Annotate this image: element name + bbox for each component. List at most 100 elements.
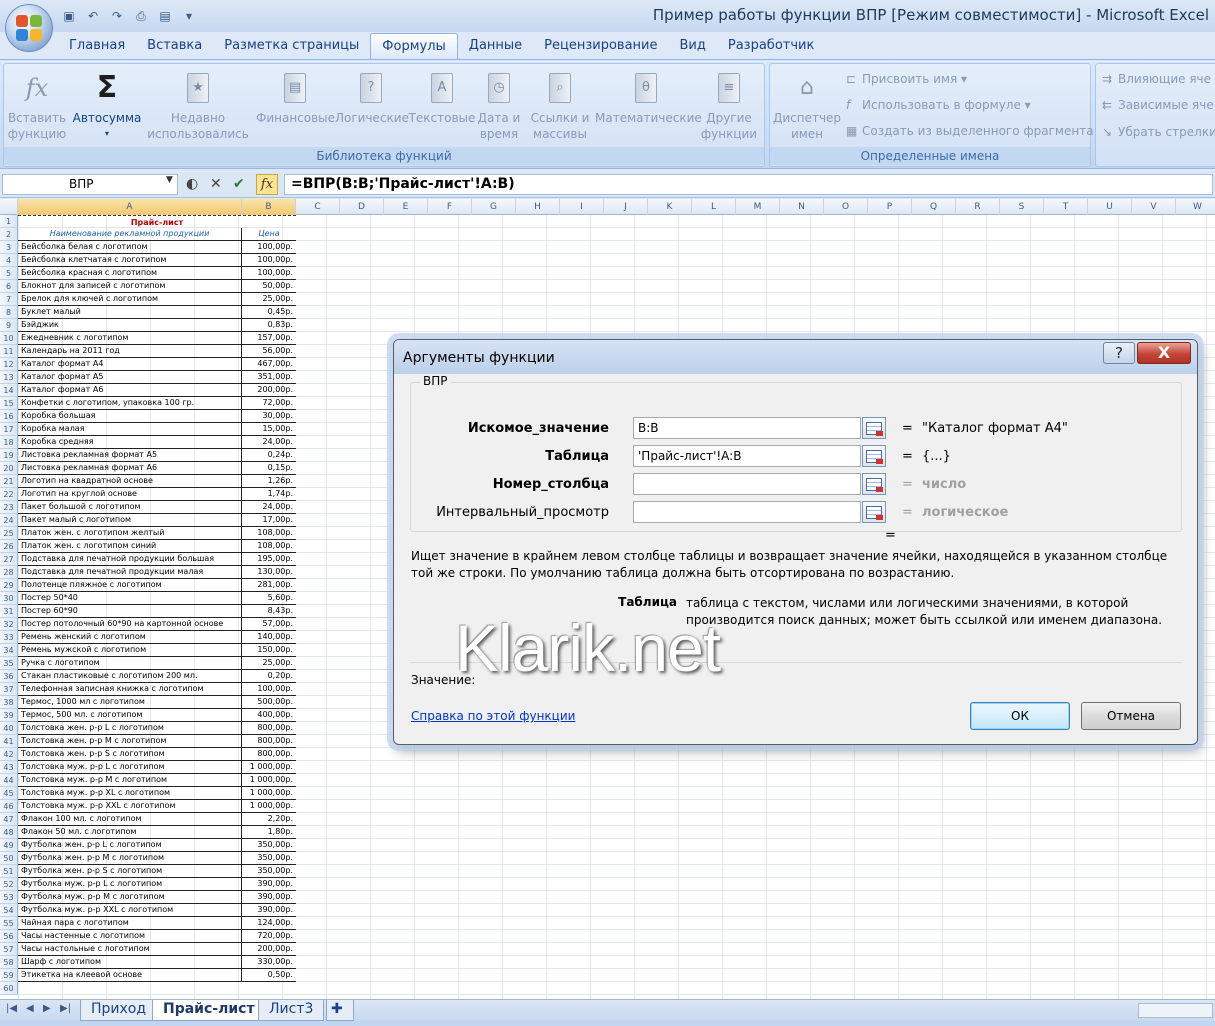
row-header[interactable]: 40 [0,722,18,735]
table-row[interactable]: Толстовка жен. р-р S с логотипом 800,00р. [18,748,296,761]
row-header[interactable]: 18 [0,436,18,449]
table-row[interactable]: Толстовка жен. р-р L с логотипом 800,00р. [18,722,296,735]
column-header-h[interactable]: H [516,199,560,215]
first-sheet-icon[interactable]: |◀ [6,1003,17,1014]
table-row[interactable]: Коробка средняя 24,00р. [18,436,296,449]
column-header-g[interactable]: G [472,199,516,215]
table-row[interactable]: Часы настольные с логотипом 200,00р. [18,943,296,956]
undo-icon[interactable]: ↶ [84,7,102,25]
column-header-p[interactable]: P [868,199,912,215]
row-header[interactable]: 22 [0,488,18,501]
table-row[interactable]: Термос, 1000 мл с логотипом 500,00р. [18,696,296,709]
sheet-tab-incoming[interactable]: Приход [80,1000,158,1021]
column-header-a[interactable]: A [18,199,242,215]
horizontal-scrollbar[interactable] [1138,1003,1213,1018]
table-row[interactable]: Подставка для печатной продукции малая 13… [18,566,296,579]
table-row[interactable]: Каталог формат А6 200,00р. [18,384,296,397]
row-header[interactable]: 15 [0,397,18,410]
row-header[interactable]: 17 [0,423,18,436]
last-sheet-icon[interactable]: ▶| [60,1003,71,1014]
dialog-titlebar[interactable]: Аргументы функции ? X [394,340,1197,374]
row-header[interactable]: 3 [0,241,18,254]
define-name-button[interactable]: ⊏ Присвоить имя ▾ [846,72,967,86]
collapse-dialog-button[interactable] [862,501,886,523]
help-button[interactable]: ? [1103,342,1135,364]
column-header-d[interactable]: D [340,199,384,215]
table-row[interactable]: Брелок для ключей с логотипом 25,00р. [18,293,296,306]
row-header[interactable]: 23 [0,501,18,514]
row-header[interactable]: 25 [0,527,18,540]
row-header[interactable]: 30 [0,592,18,605]
row-header[interactable]: 19 [0,449,18,462]
close-button[interactable]: X [1137,342,1191,364]
row-header[interactable]: 26 [0,540,18,553]
row-header[interactable]: 21 [0,475,18,488]
trace-precedents-button[interactable]: ⇉ Влияющие яче [1102,72,1211,86]
sheet-tab-sheet3[interactable]: Лист3 [258,1000,325,1021]
table-row[interactable]: Этикетка на клеевой основе 0,50р. [18,969,296,982]
prev-sheet-icon[interactable]: ◀ [26,1003,34,1014]
math-button[interactable]: θ Математические [595,70,702,126]
column-header-f[interactable]: F [428,199,472,215]
row-header[interactable]: 60 [0,982,18,995]
help-link[interactable]: Справка по этой функции [411,709,575,723]
row-header[interactable]: 31 [0,605,18,618]
customize-qat-icon[interactable]: ▾ [180,7,198,25]
column-header-m[interactable]: M [736,199,780,215]
row-header[interactable]: 52 [0,878,18,891]
row-header[interactable]: 16 [0,410,18,423]
table-row[interactable]: Ручка с логотипом 25,00р. [18,657,296,670]
table-row[interactable]: Коробка малая 15,00р. [18,423,296,436]
column-header-u[interactable]: U [1088,199,1132,215]
table-row[interactable]: Подставка для печатной продукции большая… [18,553,296,566]
column-header-w[interactable]: W [1176,199,1215,215]
ok-button[interactable]: ОК [970,702,1070,730]
create-from-selection-button[interactable]: ▦ Создать из выделенного фрагмента [846,124,1094,138]
row-header[interactable]: 44 [0,774,18,787]
table-row[interactable]: Ремень мужской с логотипом 150,00р. [18,644,296,657]
row-header[interactable]: 38 [0,696,18,709]
name-box-dropdown-icon[interactable]: ▼ [166,175,173,185]
row-header[interactable]: 7 [0,293,18,306]
print-preview-icon[interactable]: ⎙ [132,7,150,25]
office-button[interactable] [5,4,53,52]
next-sheet-icon[interactable]: ▶ [43,1003,51,1014]
table-row[interactable]: Календарь на 2011 год 56,00р. [18,345,296,358]
table-row[interactable]: Флакон 100 мл. с логотипом 2,20р. [18,813,296,826]
row-header[interactable]: 12 [0,358,18,371]
row-header[interactable]: 6 [0,280,18,293]
row-header[interactable]: 55 [0,917,18,930]
table-row[interactable]: Постер 60*90 8,43р. [18,605,296,618]
row-header[interactable]: 28 [0,566,18,579]
table-row[interactable]: Блокнот для записей с логотипом 50,00р. [18,280,296,293]
arg-input-lookup-value[interactable] [633,417,861,439]
column-header-q[interactable]: Q [912,199,956,215]
table-row[interactable]: Футболка муж. р-р XXL с логотипом 390,00р… [18,904,296,917]
row-header[interactable]: 13 [0,371,18,384]
tab-view[interactable]: Вид [669,33,717,59]
insert-function-icon[interactable]: fx [256,174,278,195]
table-row[interactable]: Полотенце пляжное с логотипом 281,00р. [18,579,296,592]
table-row[interactable]: Бейсболка красная с логотипом 100,00р. [18,267,296,280]
column-header-b[interactable]: B [242,199,296,215]
table-row[interactable]: Чайная пара с логотипом 124,00р. [18,917,296,930]
row-header[interactable]: 42 [0,748,18,761]
table-row[interactable]: Постер потолочный 60*90 на картонной осн… [18,618,296,631]
table-row[interactable]: Постер 50*40 5,60р. [18,592,296,605]
insert-sheet-icon[interactable]: ✚ [326,1000,354,1021]
arg-input-col-index[interactable] [633,473,861,495]
row-header[interactable]: 39 [0,709,18,722]
select-all-corner[interactable] [0,199,18,215]
column-header-r[interactable]: R [956,199,1000,215]
tab-data[interactable]: Данные [458,33,533,59]
enter-icon[interactable]: ✔ [233,176,245,192]
table-row[interactable]: Платок жен. с логотипом синий 108,00р. [18,540,296,553]
row-header[interactable]: 9 [0,319,18,332]
row-header[interactable]: 50 [0,852,18,865]
text-button[interactable]: A Текстовые [408,70,476,126]
table-row[interactable]: Термос, 500 мл. с логотипом 400,00р. [18,709,296,722]
row-header[interactable]: 29 [0,579,18,592]
remove-arrows-button[interactable]: ↘ Убрать стрелки [1102,125,1215,139]
row-header[interactable]: 32 [0,618,18,631]
table-row[interactable]: Толстовка муж. р-р XXL с логотипом 1 000,… [18,800,296,813]
